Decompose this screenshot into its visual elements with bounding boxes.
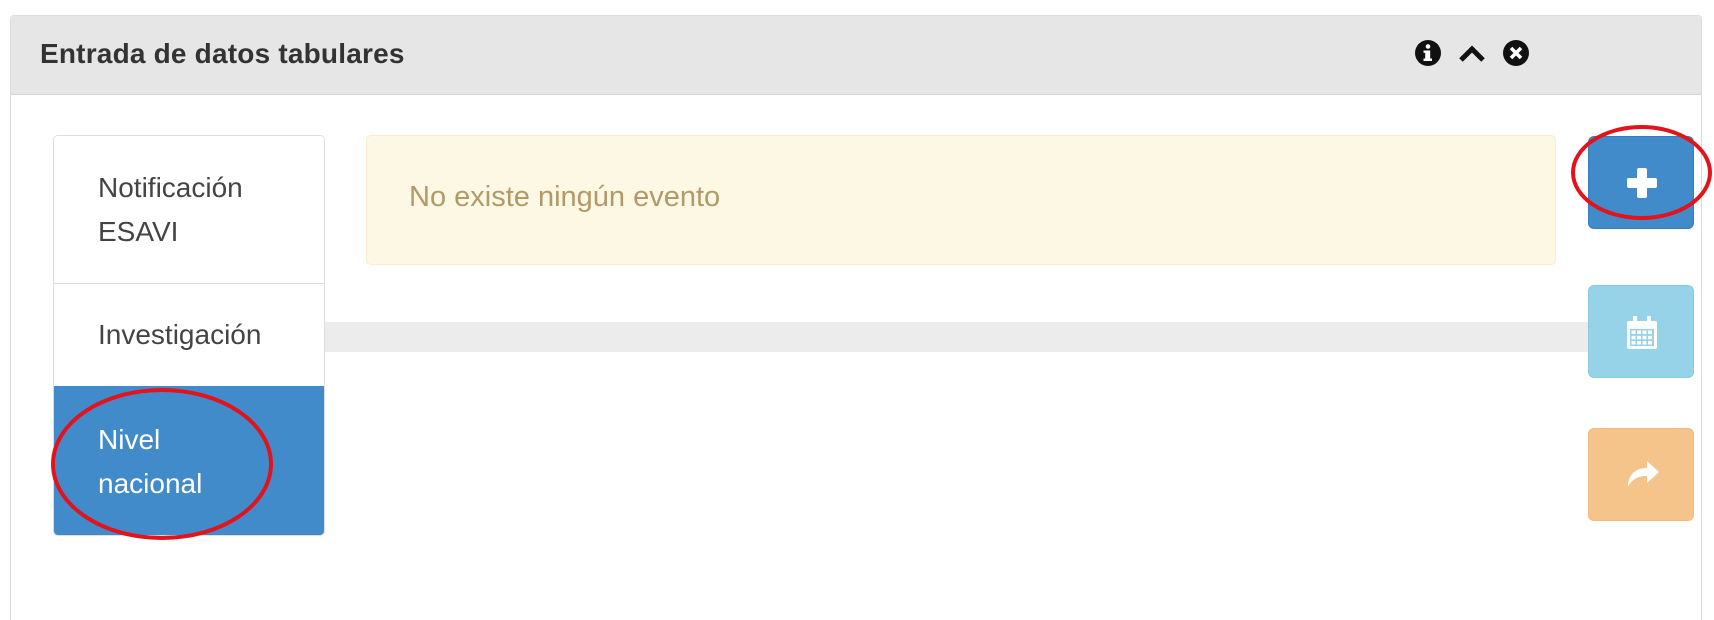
add-button[interactable] (1588, 136, 1694, 229)
vertical-tabs: Notificación ESAVI Investigación Nivel n… (53, 135, 325, 536)
calendar-icon (1627, 316, 1657, 349)
no-events-alert: No existe ningún evento (366, 135, 1556, 265)
tabular-data-panel: Entrada de datos tabulares Notificación … (10, 15, 1702, 620)
tab-label-line1: Nivel (98, 424, 161, 455)
tab-nivel-nacional[interactable]: Nivel nacional (54, 386, 324, 535)
tab-label-line2: ESAVI (98, 216, 179, 247)
tab-investigacion[interactable]: Investigación (54, 284, 324, 386)
tab-notificacion-esavi[interactable]: Notificación ESAVI (54, 136, 324, 284)
tab-label-line1: Investigación (98, 319, 262, 350)
panel-header: Entrada de datos tabulares (11, 16, 1701, 95)
forward-button[interactable] (1588, 428, 1694, 521)
panel-title: Entrada de datos tabulares (40, 38, 405, 69)
close-circle-icon[interactable] (1501, 38, 1531, 68)
tab-label-line2: nacional (98, 468, 203, 499)
calendar-button[interactable] (1588, 285, 1694, 378)
info-circle-icon[interactable] (1413, 38, 1443, 68)
plus-icon (1627, 168, 1657, 198)
tab-label-line1: Notificación (98, 172, 243, 203)
alert-message: No existe ningún evento (409, 181, 721, 213)
chevron-up-icon[interactable] (1457, 38, 1487, 68)
progress-bar (325, 322, 1588, 352)
share-arrow-icon (1628, 461, 1659, 487)
